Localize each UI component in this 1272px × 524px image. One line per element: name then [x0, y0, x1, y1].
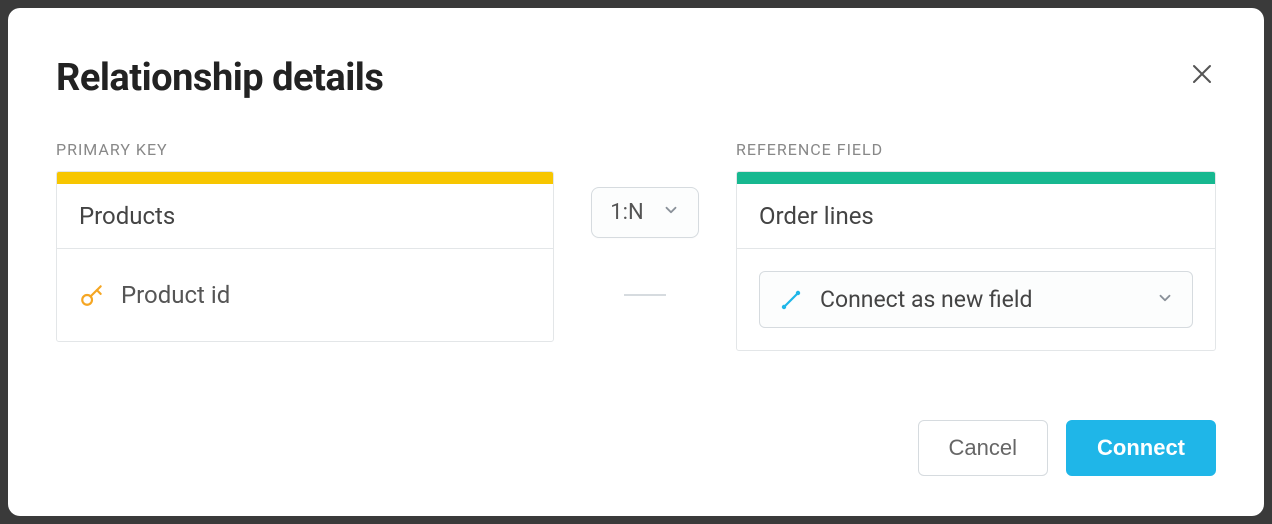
connect-icon: [778, 287, 804, 313]
chevron-down-icon: [662, 200, 680, 225]
cardinality-value: 1:N: [610, 200, 643, 225]
primary-table-name: Products: [57, 184, 553, 249]
content-row: Products Product id 1:N: [56, 171, 1216, 351]
primary-key-label: PRIMARY KEY: [56, 140, 554, 159]
primary-key-card: Products Product id: [56, 171, 554, 342]
reference-field-select-label: Connect as new field: [820, 286, 1156, 313]
reference-table-name: Order lines: [737, 184, 1215, 249]
dialog-footer: Cancel Connect: [56, 420, 1216, 476]
chevron-down-icon: [1156, 289, 1174, 311]
dialog-title: Relationship details: [56, 56, 383, 100]
primary-card-body: Product id: [57, 249, 553, 341]
primary-accent-bar: [57, 172, 553, 184]
connector-line: [624, 294, 666, 296]
relationship-dialog: Relationship details PRIMARY KEY REFEREN…: [8, 8, 1264, 516]
reference-field-select[interactable]: Connect as new field: [759, 271, 1193, 328]
key-icon: [79, 282, 105, 308]
cardinality-select[interactable]: 1:N: [591, 187, 698, 238]
primary-key-row: Product id: [79, 281, 230, 309]
cancel-button[interactable]: Cancel: [918, 420, 1048, 476]
section-labels: PRIMARY KEY REFERENCE FIELD: [56, 140, 1216, 159]
primary-field-name: Product id: [121, 281, 230, 309]
dialog-header: Relationship details: [56, 56, 1216, 100]
reference-field-card: Order lines Connect as new field: [736, 171, 1216, 351]
reference-card-body: Connect as new field: [737, 249, 1215, 350]
cardinality-column: 1:N: [554, 171, 736, 296]
connect-button[interactable]: Connect: [1066, 420, 1216, 476]
reference-field-label: REFERENCE FIELD: [736, 140, 1216, 159]
close-icon: [1190, 62, 1214, 86]
close-button[interactable]: [1188, 60, 1216, 88]
reference-accent-bar: [737, 172, 1215, 184]
